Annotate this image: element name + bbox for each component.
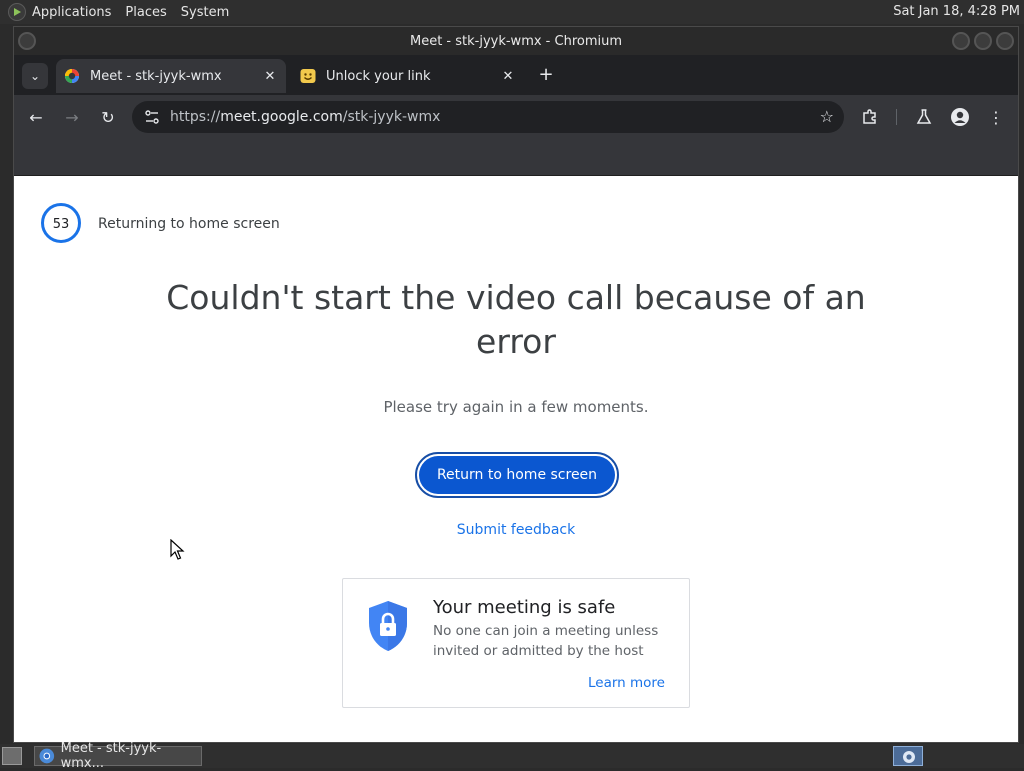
countdown-label: Returning to home screen [98, 216, 280, 232]
flask-icon [916, 109, 932, 124]
shield-lock-icon [369, 601, 407, 651]
chromium-icon [39, 748, 55, 764]
mouse-cursor-icon [170, 539, 185, 560]
countdown-number: 53 [53, 217, 70, 232]
tab-strip: ⌄ Meet - stk-jyyk-wmx ✕ Unlock your link [14, 55, 1018, 95]
arrow-right-icon: → [65, 107, 79, 127]
chevron-down-icon: ⌄ [29, 69, 41, 83]
taskbar-item-chromium[interactable]: Meet - stk-jyyk-wmx... [34, 741, 202, 771]
reload-icon: ↻ [101, 107, 115, 127]
back-button[interactable]: ← [24, 105, 48, 129]
submit-feedback-link[interactable]: Submit feedback [14, 522, 1018, 538]
browser-toolbar: ← → ↻ https://meet.google.com/stk-jyyk-w… [14, 95, 1018, 139]
error-heading: Couldn't start the video call because of… [166, 278, 866, 361]
maximize-window-button[interactable] [974, 32, 992, 50]
tab-search-button[interactable]: ⌄ [22, 63, 48, 89]
page-content: 53 Returning to home screen Couldn't sta… [14, 176, 1018, 742]
safe-card-description: No one can join a meeting unless invited… [433, 623, 659, 659]
learn-more-link[interactable]: Learn more [588, 675, 665, 691]
chromium-tray-icon [903, 751, 915, 763]
close-tab-icon[interactable]: ✕ [260, 69, 280, 84]
safe-card-title: Your meeting is safe [433, 597, 616, 618]
url-host: meet.google.com [220, 109, 343, 125]
bookmark-star-icon[interactable]: ☆ [820, 107, 834, 126]
address-bar[interactable]: https://meet.google.com/stk-jyyk-wmx ☆ [132, 101, 844, 133]
url-scheme: https:// [170, 109, 221, 125]
return-home-button[interactable]: Return to home screen [415, 452, 619, 498]
places-menu[interactable]: Places [125, 5, 166, 20]
show-desktop-button[interactable] [2, 747, 22, 765]
arrow-left-icon: ← [29, 107, 43, 127]
system-menu[interactable]: System [181, 5, 229, 20]
window-title: Meet - stk-jyyk-wmx - Chromium [409, 33, 623, 49]
account-icon [951, 108, 969, 126]
bottom-panel: Meet - stk-jyyk-wmx... [0, 741, 1024, 771]
site-settings-icon[interactable] [144, 109, 160, 125]
tab-meet[interactable]: Meet - stk-jyyk-wmx ✕ [56, 59, 286, 93]
google-meet-icon [65, 69, 79, 83]
toolbar-spacer [14, 139, 1018, 175]
reload-button[interactable]: ↻ [96, 105, 120, 129]
window-menu-icon[interactable] [18, 32, 36, 50]
distro-logo-icon[interactable] [8, 3, 26, 21]
window-titlebar[interactable]: Meet - stk-jyyk-wmx - Chromium [14, 27, 1018, 55]
toolbar-divider [896, 109, 897, 125]
applications-menu[interactable]: Applications [32, 5, 111, 20]
panel-menu: Applications Places System [32, 0, 243, 24]
new-tab-button[interactable]: + [534, 63, 558, 87]
tab-unlock-link[interactable]: Unlock your link ✕ [292, 59, 524, 93]
forward-button[interactable]: → [60, 105, 84, 129]
return-home-label: Return to home screen [419, 456, 615, 494]
minimize-window-button[interactable] [952, 32, 970, 50]
close-window-button[interactable] [996, 32, 1014, 50]
smiley-icon [300, 69, 316, 83]
browser-window: Meet - stk-jyyk-wmx - Chromium ⌄ Meet - … [13, 26, 1019, 743]
labs-button[interactable] [912, 105, 936, 129]
tab-unlock-label: Unlock your link [326, 68, 431, 84]
top-panel: Applications Places System Sat Jan 18, 4… [0, 0, 1024, 24]
workspace-switcher[interactable] [893, 746, 923, 766]
tab-meet-label: Meet - stk-jyyk-wmx [90, 68, 222, 84]
extensions-button[interactable] [858, 105, 882, 129]
countdown-ring: 53 [41, 203, 81, 243]
puzzle-icon [863, 109, 876, 124]
meeting-safe-card: Your meeting is safe No one can join a m… [342, 578, 690, 708]
close-tab-icon[interactable]: ✕ [498, 69, 518, 84]
profile-button[interactable] [948, 105, 972, 129]
panel-clock[interactable]: Sat Jan 18, 4:28 PM [893, 0, 1020, 24]
menu-button[interactable]: ⋮ [984, 105, 1008, 129]
url-path: /stk-jyyk-wmx [342, 109, 441, 125]
taskbar-item-label: Meet - stk-jyyk-wmx... [60, 741, 162, 771]
error-subtext: Please try again in a few moments. [383, 398, 649, 416]
more-vert-icon: ⋮ [988, 107, 1004, 127]
